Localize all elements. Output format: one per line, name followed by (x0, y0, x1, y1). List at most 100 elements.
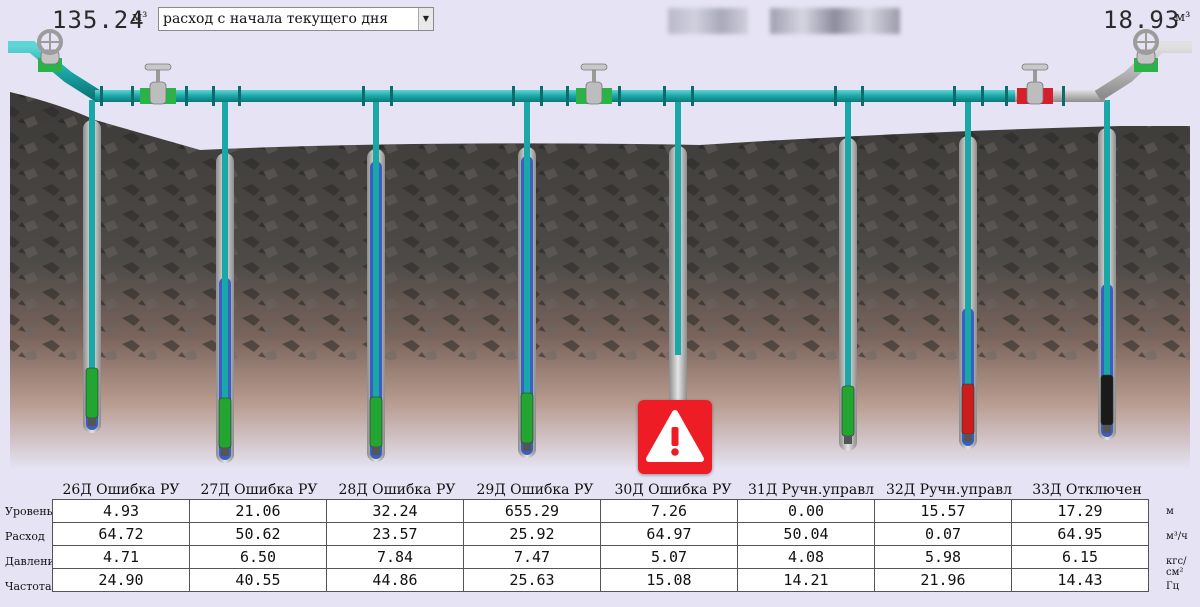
warning-icon (646, 410, 704, 462)
pipe-flange (238, 86, 241, 106)
pump-base (523, 443, 531, 451)
total-volume-unit: м³ (132, 10, 148, 25)
pump-base (964, 434, 972, 442)
pump-icon (1100, 374, 1114, 426)
table-cell: 40.55 (189, 568, 327, 592)
row-label-flow: Расход (5, 530, 45, 543)
riser-pipe (1104, 100, 1110, 375)
riser-pipe (675, 100, 681, 355)
right-volume-unit: м³ (1175, 10, 1191, 25)
right-volume-readout: 18.93 (1103, 6, 1181, 34)
pump-icon (961, 383, 975, 435)
period-select[interactable]: расход с начала текущего дня ▼ (158, 7, 434, 31)
table-cell: 21.96 (874, 568, 1012, 592)
table-row: 64.72 50.62 23.57 25.92 64.97 50.04 0.07 64.95 (52, 522, 1149, 546)
alarm-button[interactable] (638, 400, 712, 474)
table-cell: 5.07 (600, 545, 738, 569)
pump-base (221, 448, 229, 456)
table-cell: 50.04 (737, 522, 875, 546)
pipe-flange (691, 86, 694, 106)
riser-pipe (89, 100, 95, 368)
well-5[interactable] (839, 100, 857, 451)
table-cell: 4.93 (52, 499, 190, 523)
well-title[interactable]: 32Д Ручн.управл (879, 482, 1019, 498)
redacted-block (770, 8, 900, 34)
table-cell: 64.72 (52, 522, 190, 546)
table-cell: 4.71 (52, 545, 190, 569)
row-unit-frequency: Гц (1166, 581, 1180, 592)
table-cell: 15.08 (600, 568, 738, 592)
pump-icon (841, 385, 855, 437)
well-6[interactable] (959, 100, 977, 449)
pump-base (88, 418, 96, 426)
row-unit-flow: м³/ч (1166, 531, 1188, 542)
chevron-down-icon[interactable]: ▼ (418, 8, 433, 30)
table-cell: 17.29 (1011, 499, 1149, 523)
riser-pipe (524, 100, 530, 393)
valve-2[interactable] (576, 63, 612, 105)
soil-texture (10, 92, 1190, 360)
table-cell: 25.92 (463, 522, 601, 546)
well-0[interactable] (83, 100, 101, 433)
valve-3[interactable] (1017, 63, 1053, 105)
row-label-frequency: Частота (5, 580, 52, 593)
table-cell: 7.26 (600, 499, 738, 523)
pipe-flange (185, 86, 188, 106)
riser-pipe (845, 100, 851, 386)
table-cell: 21.06 (189, 499, 327, 523)
table-cell: 5.98 (874, 545, 1012, 569)
table-cell: 7.84 (326, 545, 464, 569)
table-cell: 6.50 (189, 545, 327, 569)
pump-base (372, 447, 380, 455)
well-title[interactable]: 27Д Ошибка РУ (189, 482, 329, 498)
well-title[interactable]: 28Д Ошибка РУ (327, 482, 467, 498)
table-cell: 25.63 (463, 568, 601, 592)
well-title[interactable]: 30Д Ошибка РУ (603, 482, 743, 498)
total-volume-readout: 135.24 (52, 6, 145, 34)
table-cell: 0.07 (874, 522, 1012, 546)
pump-icon (520, 392, 534, 444)
row-unit-pressure: кгс/см² (1166, 556, 1187, 578)
well-title[interactable]: 31Д Ручн.управл (741, 482, 881, 498)
valve-inlet[interactable] (37, 29, 63, 72)
table-cell: 4.08 (737, 545, 875, 569)
pipe-flange (618, 86, 621, 106)
valve-handwheel (1021, 63, 1049, 71)
valve-icon (1026, 81, 1044, 105)
table-cell: 14.43 (1011, 568, 1149, 592)
riser-pipe (222, 100, 228, 398)
table-cell: 24.90 (52, 568, 190, 592)
pump-icon (85, 367, 99, 419)
table-cell: 23.57 (326, 522, 464, 546)
pipe-flange (861, 86, 864, 106)
pipe-flange (1005, 86, 1008, 106)
well-7[interactable] (1098, 100, 1116, 440)
well-3[interactable] (518, 100, 536, 458)
well-title[interactable]: 26Д Ошибка РУ (51, 482, 191, 498)
pipe-flange (540, 86, 543, 106)
pipe-flange (100, 86, 103, 106)
valve-handwheel (144, 63, 172, 71)
well-2[interactable] (367, 100, 385, 462)
table-cell: 44.86 (326, 568, 464, 592)
table-row: 4.71 6.50 7.84 7.47 5.07 4.08 5.98 6.15 (52, 545, 1149, 569)
row-label-level: Уровень (5, 505, 53, 518)
well-title[interactable]: 33Д Отключен (1017, 482, 1157, 498)
well-data-table: 4.93 21.06 32.24 655.29 7.26 0.00 15.57 17.29 64… (52, 499, 1149, 592)
redacted-block (668, 8, 748, 34)
main-pipe (95, 90, 1015, 102)
table-cell: 64.97 (600, 522, 738, 546)
table-row: 4.93 21.06 32.24 655.29 7.26 0.00 15.57 17.29 (52, 499, 1149, 523)
pump-base (844, 436, 852, 444)
well-title[interactable]: 29Д Ошибка РУ (465, 482, 605, 498)
table-cell: 655.29 (463, 499, 601, 523)
pipe-flange (834, 86, 837, 106)
pipe-flange (953, 86, 956, 106)
pump-base (1103, 425, 1111, 433)
valve-1[interactable] (140, 63, 176, 105)
table-cell: 15.57 (874, 499, 1012, 523)
table-cell: 7.47 (463, 545, 601, 569)
valve-outlet[interactable] (1133, 29, 1159, 72)
pipe-flange (566, 86, 569, 106)
table-cell: 32.24 (326, 499, 464, 523)
